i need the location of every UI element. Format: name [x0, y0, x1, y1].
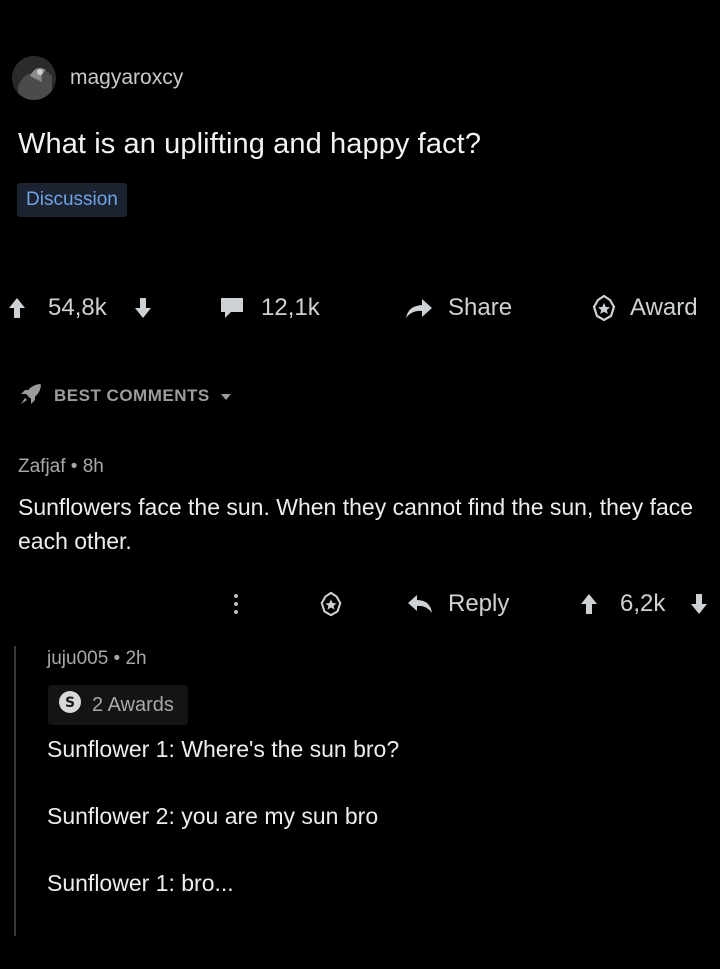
more-vertical-icon [232, 592, 240, 616]
more-options-button[interactable] [232, 584, 240, 624]
comment-upvote-button[interactable] [580, 584, 598, 624]
post-action-bar: 54,8k 12,1k Share Award [0, 286, 720, 330]
comment-downvote-button[interactable] [690, 584, 708, 624]
upvote-icon [8, 297, 26, 319]
share-label: Share [448, 294, 513, 321]
awards-badge[interactable]: S 2 Awards [48, 685, 188, 725]
downvote-icon [690, 593, 708, 615]
reply-icon [406, 593, 434, 615]
downvote-button[interactable] [134, 286, 152, 330]
rocket-icon [18, 381, 44, 412]
comment-award-button[interactable] [318, 584, 344, 624]
comment-icon [218, 295, 246, 321]
reply-line: Sunflower 2: you are my sun bro [47, 803, 379, 829]
avatar[interactable] [12, 56, 56, 100]
comments-button[interactable]: 12,1k [218, 286, 320, 330]
reply-line: Sunflower 1: bro... [47, 870, 234, 896]
comment-sort-dropdown[interactable]: BEST COMMENTS [18, 382, 232, 410]
award-label: Award [630, 294, 698, 321]
awards-count: 2 Awards [92, 693, 174, 716]
silver-award-icon: S [58, 690, 82, 720]
comment-count: 12,1k [261, 294, 320, 321]
svg-text:S: S [65, 695, 75, 711]
reply-button[interactable]: Reply [406, 584, 509, 624]
reply-line: Sunflower 1: Where's the sun bro? [47, 736, 400, 762]
avatar-image [12, 56, 56, 100]
comment-score: 6,2k [620, 590, 666, 617]
award-button[interactable]: Award [590, 286, 698, 330]
upvote-button[interactable] [8, 286, 26, 330]
post-score: 54,8k [48, 294, 107, 321]
reply-label: Reply [448, 590, 510, 617]
post-author[interactable]: magyaroxcy [70, 66, 183, 90]
thread-line[interactable] [14, 646, 16, 936]
post-title[interactable]: What is an uplifting and happy fact? [18, 128, 481, 161]
sort-label: BEST COMMENTS [54, 386, 210, 405]
reply-author[interactable]: juju005 • 2h [47, 648, 147, 670]
comment-author[interactable]: Zafjaf • 8h [18, 456, 104, 478]
award-icon [318, 591, 344, 617]
post-flair[interactable]: Discussion [17, 183, 127, 217]
downvote-icon [134, 297, 152, 319]
upvote-icon [580, 593, 598, 615]
share-icon [404, 296, 434, 320]
caret-down-icon [220, 386, 232, 406]
comment-body: Sunflowers face the sun. When they canno… [18, 494, 694, 554]
share-button[interactable]: Share [404, 286, 512, 330]
comment-action-bar: Reply 6,2k [0, 584, 720, 624]
award-icon [590, 294, 618, 322]
